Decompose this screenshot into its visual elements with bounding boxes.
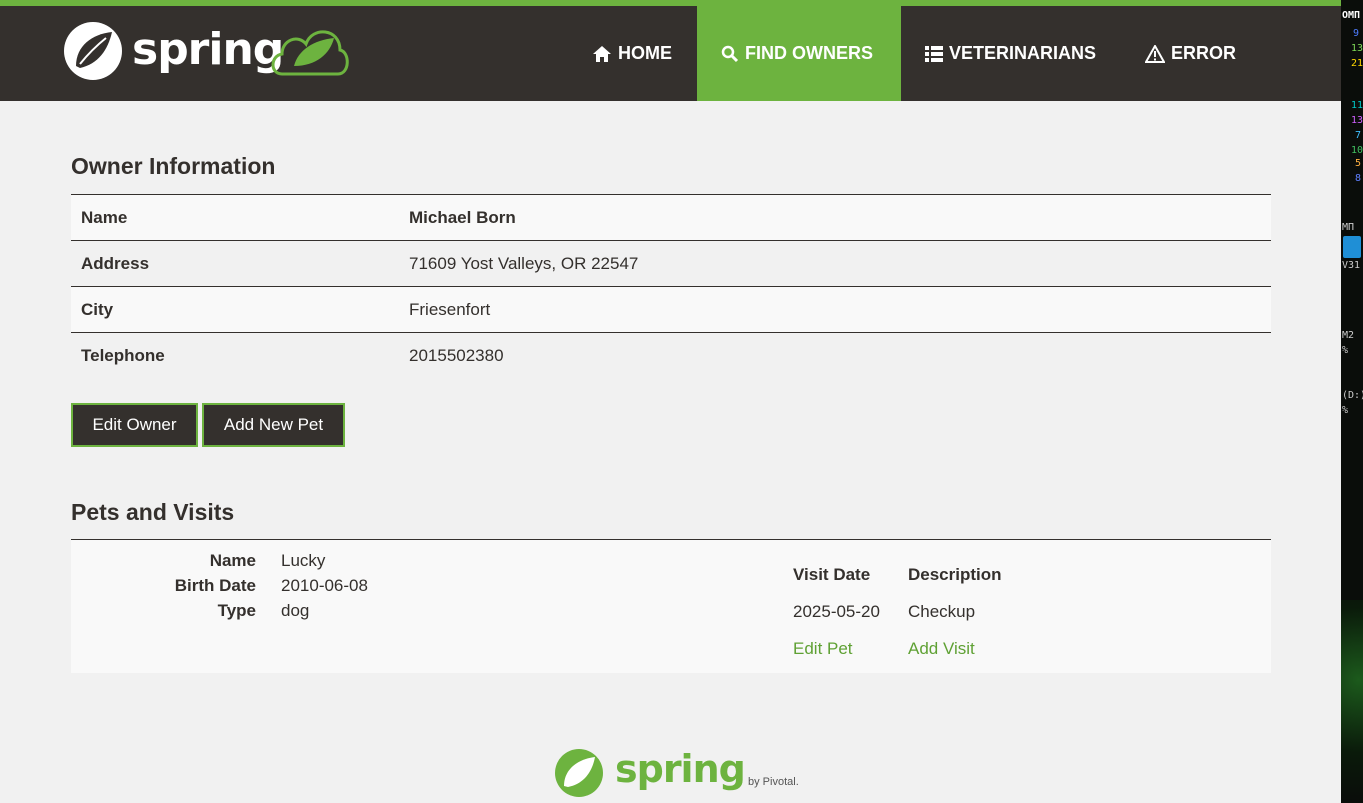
pet-name-row: Name Lucky <box>71 548 471 573</box>
pet-birth-label: Birth Date <box>174 575 256 595</box>
pet-type-label: Type <box>217 600 256 620</box>
visits-table: Visit Date Description 2025-05-20 Checku… <box>793 556 1002 667</box>
side-text: МП <box>1342 222 1355 233</box>
side-text: 13 <box>1351 43 1363 54</box>
edit-pet-link[interactable]: Edit Pet <box>793 639 908 659</box>
side-text: 11 <box>1351 100 1363 111</box>
side-text: 7 <box>1355 130 1362 141</box>
side-text: М2 <box>1342 330 1355 341</box>
side-text: 5 <box>1355 158 1362 169</box>
pet-name-label: Name <box>209 550 256 570</box>
pet-actions-row: Edit Pet Add Visit <box>793 630 1002 667</box>
add-new-pet-button[interactable]: Add New Pet <box>202 403 345 447</box>
side-text: % <box>1342 345 1349 356</box>
visit-date: 2025-05-20 <box>793 601 880 621</box>
nav-find-owners-label: FIND OWNERS <box>745 43 873 63</box>
edit-owner-button[interactable]: Edit Owner <box>71 403 198 447</box>
nav-home[interactable]: HOME <box>568 6 696 101</box>
row-label: Name <box>81 207 128 227</box>
side-text: 13 <box>1351 115 1363 126</box>
visit-description: Checkup <box>908 601 976 621</box>
owner-telephone: 2015502380 <box>409 346 504 365</box>
add-visit-link[interactable]: Add Visit <box>908 639 975 659</box>
side-text: % <box>1342 405 1349 416</box>
nav-error-label: ERROR <box>1171 43 1237 63</box>
table-row: City Friesenfort <box>71 287 1271 333</box>
description-header: Description <box>908 564 1002 584</box>
owner-name: Michael Born <box>409 207 516 227</box>
side-text: V31 <box>1342 260 1361 271</box>
browser-viewport: spring HOME FIND OWNERS VETERINARIANS ER… <box>0 0 1341 803</box>
search-icon <box>721 45 739 62</box>
side-text: 10 <box>1351 145 1363 156</box>
pet-type-row: Type dog <box>71 598 471 623</box>
row-label: City <box>81 299 114 319</box>
table-row: Telephone 2015502380 <box>71 333 1271 379</box>
footer-brand: spring <box>615 747 746 791</box>
pet-name: Lucky <box>281 550 326 570</box>
pet-birth-date: 2010-06-08 <box>281 575 368 595</box>
nav-error[interactable]: ERROR <box>1121 6 1260 101</box>
desktop-wallpaper-glow <box>1341 600 1363 800</box>
visits-header-row: Visit Date Description <box>793 556 1002 593</box>
side-arrow-icon[interactable] <box>1343 236 1361 258</box>
row-label: Telephone <box>81 346 165 365</box>
table-row: Address 71609 Yost Valleys, OR 22547 <box>71 241 1271 287</box>
nav-home-label: HOME <box>618 43 672 63</box>
home-icon <box>593 45 611 62</box>
cloud-leaf-icon <box>271 30 349 76</box>
nav-find-owners[interactable]: FIND OWNERS <box>697 6 901 101</box>
side-text: 8 <box>1355 173 1362 184</box>
side-text: 9 <box>1353 28 1360 39</box>
owner-city: Friesenfort <box>409 299 491 319</box>
navbar: spring HOME FIND OWNERS VETERINARIANS ER… <box>0 6 1341 101</box>
spring-leaf-icon <box>64 22 122 80</box>
nav-veterinarians[interactable]: VETERINARIANS <box>901 6 1120 101</box>
pet-birth-row: Birth Date 2010-06-08 <box>71 573 471 598</box>
warning-icon <box>1145 44 1165 63</box>
nav-veterinarians-label: VETERINARIANS <box>949 43 1097 63</box>
row-label: Address <box>81 253 150 273</box>
spring-logo[interactable]: spring <box>62 18 352 84</box>
footer-by-pivotal: by Pivotal. <box>748 776 799 788</box>
visit-date-header: Visit Date <box>793 564 871 584</box>
owner-address: 71609 Yost Valleys, OR 22547 <box>409 253 639 273</box>
side-text: 21 <box>1351 58 1363 69</box>
pet-type: dog <box>281 600 310 620</box>
side-text: (D:) <box>1342 390 1363 401</box>
owner-info-table: Name Michael Born Address 71609 Yost Val… <box>71 194 1271 379</box>
table-row: 2025-05-20 Checkup <box>793 593 1002 630</box>
pets-heading: Pets and Visits <box>71 499 235 525</box>
list-icon <box>925 45 943 62</box>
footer-logo: spring by Pivotal. <box>553 747 803 799</box>
owner-heading: Owner Information <box>71 153 276 179</box>
brand-name: spring <box>132 24 284 75</box>
spring-leaf-icon <box>555 749 603 797</box>
pet-panel: Name Lucky Birth Date 2010-06-08 Type do… <box>71 539 1271 673</box>
side-text: ОМП <box>1342 10 1361 21</box>
table-row: Name Michael Born <box>71 195 1271 241</box>
pet-details: Name Lucky Birth Date 2010-06-08 Type do… <box>71 548 471 623</box>
